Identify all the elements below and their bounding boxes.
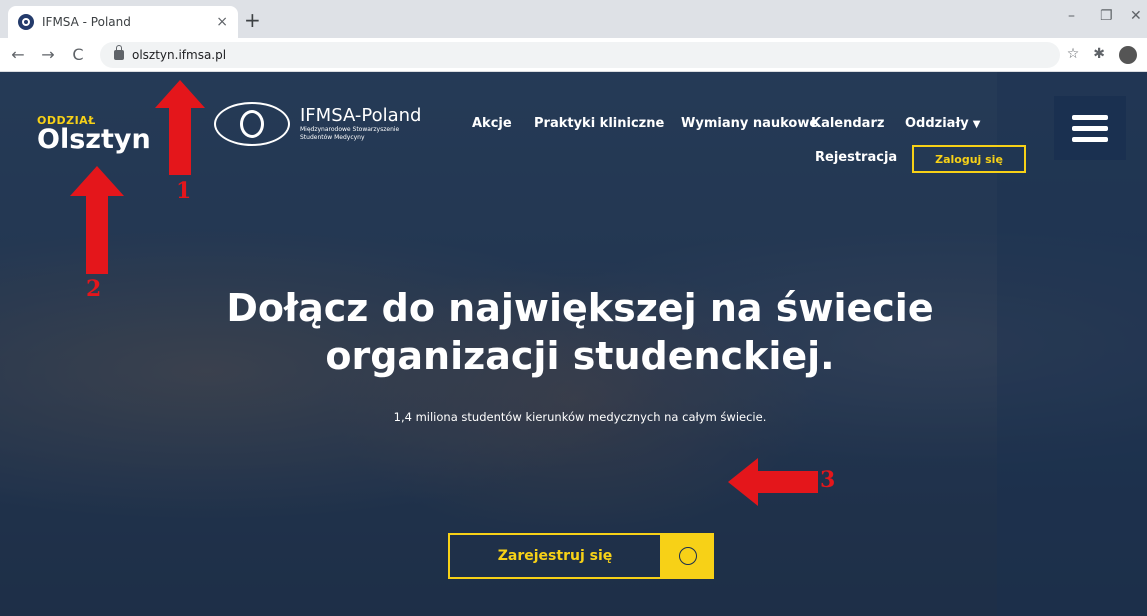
login-button[interactable]: Zaloguj się xyxy=(912,145,1026,173)
nav-oddzialy[interactable]: Oddziały ▼ xyxy=(905,116,980,131)
nav-oddzialy-label: Oddziały xyxy=(905,116,969,131)
nav-akcje[interactable]: Akcje xyxy=(472,116,512,131)
annotation-number-2: 2 xyxy=(86,276,102,302)
menu-hamburger-icon[interactable] xyxy=(1054,96,1126,160)
annotation-number-1: 1 xyxy=(176,178,192,204)
arrow-up-icon xyxy=(70,166,124,274)
annotation-arrow-1 xyxy=(155,80,205,175)
annotation-number-3: 3 xyxy=(820,467,836,493)
register-button[interactable]: Zarejestruj się xyxy=(448,533,714,579)
branch-title[interactable]: ODDZIAŁ Olsztyn xyxy=(37,114,151,153)
hero-headline: Dołącz do największej na świecie organiz… xyxy=(150,284,1010,380)
tab-close-icon[interactable]: × xyxy=(216,14,228,30)
branch-name: Olsztyn xyxy=(37,124,151,155)
toolbar-icons: ☆ ✱ xyxy=(1067,46,1137,64)
register-button-label: Zarejestruj się xyxy=(448,533,662,579)
arrow-left-icon xyxy=(728,458,818,506)
nav-praktyki[interactable]: Praktyki kliniczne xyxy=(534,116,664,131)
arrow-up-icon xyxy=(155,80,205,175)
ifmsa-favicon-icon xyxy=(18,14,34,30)
bookmark-star-icon[interactable]: ☆ xyxy=(1067,46,1080,64)
ifmsa-emblem-icon xyxy=(214,102,290,146)
profile-avatar-icon[interactable] xyxy=(1119,46,1137,64)
maximize-icon[interactable]: ❐ xyxy=(1100,8,1113,24)
brand-name: IFMSA-Poland xyxy=(300,105,422,126)
nav-kalendarz[interactable]: Kalendarz xyxy=(811,116,884,131)
annotation-arrow-2 xyxy=(70,166,124,274)
new-tab-icon[interactable]: + xyxy=(244,8,261,32)
url-text[interactable]: olsztyn.ifmsa.pl xyxy=(132,48,226,62)
hero-subline: 1,4 miliona studentów kierunków medyczny… xyxy=(393,410,767,424)
back-icon[interactable]: ← xyxy=(6,45,30,64)
users-icon xyxy=(662,533,714,579)
tab-title: IFMSA - Poland xyxy=(42,15,131,29)
browser-toolbar: ← → C olsztyn.ifmsa.pl ☆ ✱ xyxy=(0,38,1147,72)
annotation-arrow-3 xyxy=(728,458,818,506)
headline-line-1: Dołącz do największej na świecie xyxy=(226,286,934,330)
ifmsa-logo[interactable]: IFMSA-Poland Międzynarodowe Stowarzyszen… xyxy=(214,102,421,146)
nav-wymiany[interactable]: Wymiany naukowe xyxy=(681,116,818,131)
forward-icon[interactable]: → xyxy=(36,45,60,64)
caret-down-icon: ▼ xyxy=(972,119,981,130)
address-bar[interactable]: olsztyn.ifmsa.pl xyxy=(100,42,1060,68)
minimize-icon[interactable]: – xyxy=(1068,8,1075,24)
browser-tab[interactable]: IFMSA - Poland × xyxy=(8,6,238,38)
brand-subtitle: Międzynarodowe Stowarzyszenie Studentów … xyxy=(300,126,400,141)
headline-line-2: organizacji studenckiej. xyxy=(325,334,835,378)
extensions-icon[interactable]: ✱ xyxy=(1093,46,1105,64)
lock-icon[interactable] xyxy=(114,45,124,60)
nav-rejestracja[interactable]: Rejestracja xyxy=(815,150,897,165)
reload-icon[interactable]: C xyxy=(66,45,90,64)
window-close-icon[interactable]: ✕ xyxy=(1130,8,1142,24)
browser-tab-strip: IFMSA - Poland × + – ❐ ✕ xyxy=(0,0,1147,38)
